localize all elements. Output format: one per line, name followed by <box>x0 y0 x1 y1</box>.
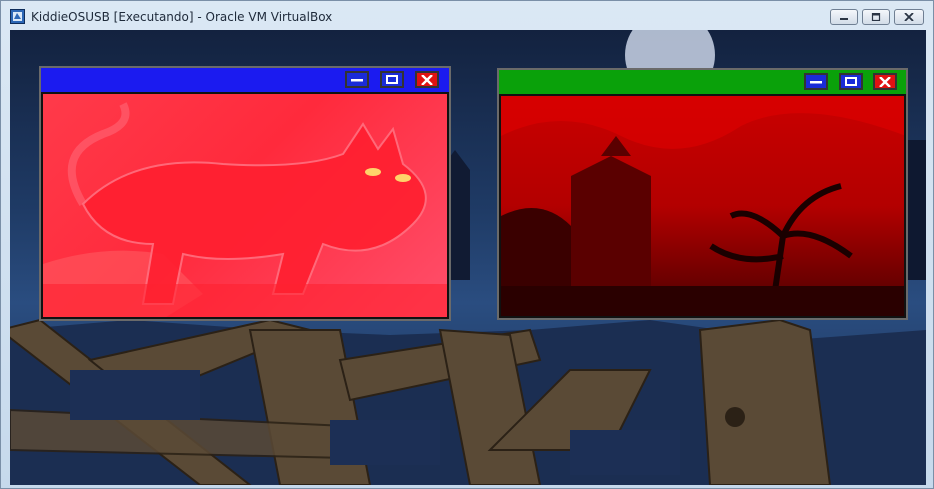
maximize-button[interactable] <box>862 9 890 25</box>
minimize-icon <box>810 80 822 83</box>
maximize-icon <box>845 77 857 86</box>
guest-window-left-titlebar[interactable] <box>41 68 449 92</box>
haunted-tree-image <box>501 96 904 316</box>
window-titlebar[interactable]: KiddieOSUSB [Executando] - Oracle VM Vir… <box>1 1 933 29</box>
guest-window-right[interactable] <box>497 68 908 320</box>
guest-minimize-button[interactable] <box>345 71 369 88</box>
vm-display[interactable] <box>10 30 926 485</box>
minimize-icon <box>351 78 363 81</box>
maximize-icon <box>386 75 398 84</box>
cat-image <box>43 94 447 317</box>
guest-maximize-button[interactable] <box>380 71 404 88</box>
virtualbox-window: KiddieOSUSB [Executando] - Oracle VM Vir… <box>0 0 934 489</box>
close-icon <box>904 13 914 21</box>
guest-maximize-button[interactable] <box>839 73 863 90</box>
guest-close-button[interactable] <box>415 71 439 88</box>
guest-close-button[interactable] <box>873 73 897 90</box>
close-icon <box>421 74 433 85</box>
close-icon <box>879 76 891 87</box>
minimize-icon <box>840 18 848 20</box>
virtualbox-icon <box>10 9 25 24</box>
maximize-icon <box>871 13 881 21</box>
guest-window-right-titlebar[interactable] <box>499 70 906 94</box>
window-title: KiddieOSUSB [Executando] - Oracle VM Vir… <box>31 10 333 24</box>
guest-window-left[interactable] <box>39 66 451 321</box>
guest-minimize-button[interactable] <box>804 73 828 90</box>
close-button[interactable] <box>894 9 924 25</box>
minimize-button[interactable] <box>830 9 858 25</box>
